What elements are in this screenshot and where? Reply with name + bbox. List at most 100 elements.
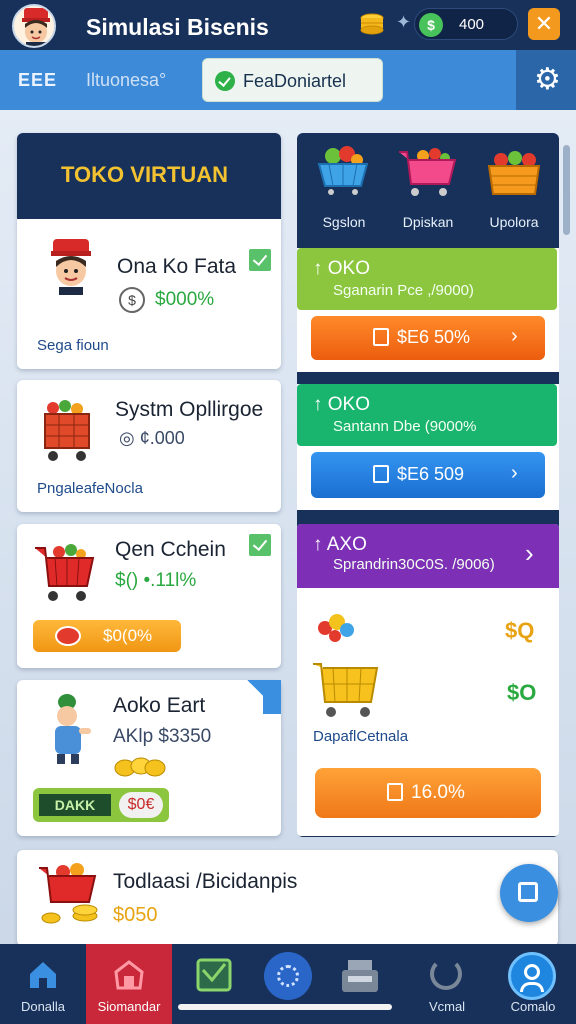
currency-icon: $ <box>419 13 443 37</box>
offer-card[interactable]: ↑ AXO Sprandrin30C0S. /9006) › $Q $O Dap… <box>297 524 559 836</box>
chart-icon <box>196 958 232 992</box>
nav-item-sync[interactable]: Vcmal <box>404 944 490 1024</box>
close-button[interactable]: ✕ <box>528 8 560 40</box>
offer-value: $Q <box>505 618 535 643</box>
offer-button-label: $E6 509 <box>397 464 465 484</box>
category-sgslon[interactable]: Sgslon <box>305 144 383 236</box>
shop-item-card[interactable]: Systm Opllirgoe ◎ ¢.000 PngaleafeNocla <box>17 380 281 512</box>
chevron-right-icon: › <box>511 462 518 484</box>
sync-icon <box>430 958 462 990</box>
fruit-basket-icon <box>317 146 369 195</box>
shop-item-tag[interactable]: DAKK $0€ <box>33 788 169 822</box>
summary-name: Todlaasi /Bicidanpis <box>113 870 298 893</box>
category-upolora[interactable]: Upolora <box>473 144 555 236</box>
register-icon <box>373 328 389 346</box>
shop-item-card[interactable]: Qen Cchein $() •.11l% $0(0% <box>17 524 281 668</box>
shopkeeper-amount: $000% <box>155 289 215 310</box>
scrollbar[interactable] <box>563 145 570 235</box>
toko-card-body: Ona Ko Fata $ $000% Sega fioun <box>17 219 281 369</box>
status-pill[interactable]: FeaDoniartel <box>202 58 383 102</box>
toko-card[interactable]: TOKO VIRTUAN Ona Ko Fata $ $000% Sega fi… <box>17 133 281 369</box>
offer-buy-button[interactable]: 16.0% <box>315 768 541 818</box>
category-label: Dpiskan <box>402 214 454 230</box>
nav-item-home[interactable]: Donalla <box>0 944 86 1024</box>
store-icon <box>114 960 144 990</box>
shopping-cart-icon <box>399 148 457 196</box>
chevron-right-icon[interactable]: › <box>525 538 534 569</box>
offer-button-label: 16.0% <box>411 782 465 803</box>
shop-item-button[interactable]: $0(0% <box>33 620 181 652</box>
pin-corner-icon <box>247 680 281 714</box>
produce-crate-icon <box>487 151 541 195</box>
offer-value: $O <box>507 680 537 705</box>
offer-button-label: $E6 50% <box>397 327 471 347</box>
summary-card[interactable]: Todlaasi /Bicidanpis $050 <box>17 850 558 946</box>
offer-header: ↑ OKO Sganarin Pce ,/9000) <box>297 248 557 310</box>
offer-title: ↑ OKO <box>313 258 371 279</box>
home-indicator[interactable] <box>178 1004 392 1010</box>
shop-item-name: Systm Opllirgoe <box>115 398 264 421</box>
category-label: Upolora <box>489 214 539 230</box>
balance-display[interactable]: $ 400 <box>414 8 518 40</box>
check-circle-icon <box>215 71 235 91</box>
chevron-right-icon: › <box>511 325 518 347</box>
fruit-bunch-icon <box>318 614 354 642</box>
region-label[interactable]: Iltuonesa° <box>86 70 166 91</box>
coin-outline-icon: $ <box>119 287 145 313</box>
menu-label[interactable]: EEE <box>18 70 57 91</box>
produce-cart-icon <box>44 400 90 461</box>
offer-title: ↑ AXO <box>313 534 367 555</box>
cash-register-icon <box>342 960 378 992</box>
shop-item-tag-b: $0€ <box>119 792 163 818</box>
offer-footer: DapaflCetnala <box>313 728 409 745</box>
shopkeeper-footer: Sega fioun <box>37 337 109 354</box>
nav-item-chart[interactable] <box>172 944 258 1024</box>
nav-label: Siomandar <box>97 999 161 1014</box>
home-icon <box>30 962 56 988</box>
category-label: Sgslon <box>322 214 366 230</box>
export-icon <box>518 882 538 902</box>
verified-check-icon <box>249 534 271 556</box>
offer-buy-button[interactable]: $E6 509 › <box>311 452 545 498</box>
nav-item-profile[interactable]: Comalo <box>490 944 576 1024</box>
app-title: Simulasi Bisenis <box>86 14 269 40</box>
gold-coins-icon <box>114 757 166 777</box>
offer-buy-button[interactable]: $E6 50% › <box>311 316 545 360</box>
verified-check-icon <box>249 249 271 271</box>
nav-item-store[interactable]: Siomandar <box>86 944 172 1024</box>
shop-item-button-label: $0(0% <box>103 626 153 645</box>
offer-title: ↑ OKO <box>313 394 371 415</box>
profile-icon <box>508 952 556 1000</box>
nav-label: Comalo <box>510 999 556 1014</box>
settings-button[interactable]: ⚙ <box>516 50 576 110</box>
shop-item-amount: AKlp $3350 <box>113 726 212 747</box>
shop-item-name: Qen Cchein <box>115 538 226 561</box>
shop-item-tag-a: DAKK <box>39 794 111 816</box>
offer-subtitle: Santann Dbe (9000% <box>333 418 477 435</box>
category-dpiskan[interactable]: Dpiskan <box>389 144 467 236</box>
toko-card-header: TOKO VIRTUAN <box>17 133 281 219</box>
coin-stack-icon <box>358 10 386 38</box>
avatar[interactable] <box>12 4 56 48</box>
floating-action-button[interactable] <box>500 864 558 922</box>
shop-item-footer: PngaleafeNocla <box>37 480 143 497</box>
offer-card[interactable]: ↑ OKO Sganarin Pce ,/9000) $E6 50% › <box>297 248 559 372</box>
bottom-nav: Donalla Siomandar Vcmal Comalo <box>0 944 576 1024</box>
cart-coins-icon <box>39 863 98 924</box>
shop-item-card[interactable]: Aoko Eart AKlp $3350 DAKK $0€ <box>17 680 281 836</box>
gear-icon: ⚙ <box>534 63 561 96</box>
merchant-character-icon <box>55 694 91 764</box>
shop-item-amount: ◎ ¢.000 <box>119 428 185 448</box>
nav-label: Vcmal <box>428 999 466 1014</box>
energy-icon: ✦ <box>396 12 412 32</box>
shopping-cart-icon <box>313 663 379 717</box>
offer-header: ↑ AXO Sprandrin30C0S. /9006) › <box>297 524 559 588</box>
status-pill-label: FeaDoniartel <box>243 71 347 91</box>
offer-header: ↑ OKO Santann Dbe (9000% <box>297 384 557 446</box>
offer-card[interactable]: ↑ OKO Santann Dbe (9000% $E6 509 › <box>297 384 559 510</box>
shop-item-name: Aoko Eart <box>113 694 206 717</box>
toko-title: TOKO VIRTUAN <box>61 162 229 187</box>
shopping-cart-icon <box>35 544 95 601</box>
shopkeeper-avatar-icon <box>51 239 91 295</box>
register-icon <box>387 783 403 801</box>
